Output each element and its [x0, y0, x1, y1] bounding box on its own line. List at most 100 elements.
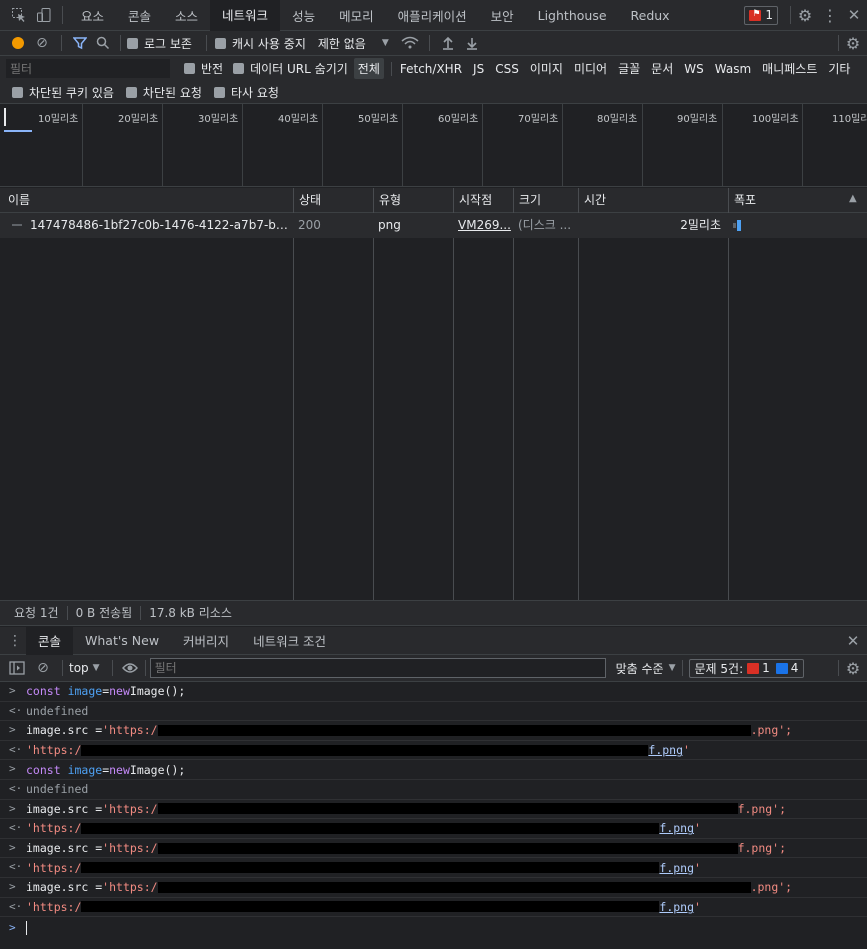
resources-size: 17.8 kB 리소스: [149, 606, 232, 620]
tab-console[interactable]: 콘솔: [116, 0, 163, 31]
log-levels-dropdown[interactable]: 맞춤 수준 ▼: [616, 660, 676, 677]
drawer-tab-console[interactable]: 콘솔: [26, 626, 74, 655]
filter-type-fetch-xhr[interactable]: Fetch/XHR: [396, 60, 466, 78]
network-settings-gear-icon[interactable]: ⚙: [839, 34, 867, 53]
drawer-tab-network-conditions[interactable]: 네트워크 조건: [241, 627, 338, 655]
request-name[interactable]: 147478486-1bf27c0b-1476-4122-a7b7-b1c751…: [25, 213, 291, 238]
console-issues-button[interactable]: 문제 5건: 1 4: [688, 658, 805, 678]
drawer-tab-bar: ⋮ 콘솔 What's New 커버리지 네트워크 조건 ✕: [0, 626, 867, 655]
tab-memory[interactable]: 메모리: [327, 0, 386, 31]
export-har-icon[interactable]: [460, 36, 484, 50]
tab-redux[interactable]: Redux: [619, 0, 682, 31]
network-overview-timeline[interactable]: 10밀리초 20밀리초 30밀리초 40밀리초 50밀리초 60밀리초 70밀리…: [0, 104, 867, 187]
filter-type-other[interactable]: 기타: [824, 58, 854, 79]
drawer-tab-coverage[interactable]: 커버리지: [171, 627, 241, 655]
tab-lighthouse[interactable]: Lighthouse: [526, 0, 619, 31]
drawer-tab-whats-new[interactable]: What's New: [73, 627, 171, 655]
error-flag-icon: [747, 662, 760, 674]
filter-type-js[interactable]: JS: [469, 60, 488, 78]
tick-label: 110밀리초: [832, 114, 867, 125]
filter-funnel-icon[interactable]: [68, 36, 92, 50]
import-har-icon[interactable]: [436, 36, 460, 50]
column-header-name[interactable]: 이름: [3, 188, 293, 213]
close-drawer-icon[interactable]: ✕: [839, 632, 867, 650]
filter-input[interactable]: [6, 59, 170, 78]
drawer-menu-icon[interactable]: ⋮: [4, 633, 26, 649]
disable-cache-checkbox[interactable]: 캐시 사용 중지: [214, 35, 306, 52]
tab-performance[interactable]: 성능: [280, 0, 327, 31]
device-toolbar-icon[interactable]: [32, 0, 56, 31]
tick-label: 100밀리초: [752, 114, 799, 125]
console-input-line: > const image = new Image();: [0, 760, 867, 780]
tab-elements[interactable]: 요소: [69, 0, 116, 31]
close-devtools-icon[interactable]: ✕: [841, 0, 867, 31]
preserve-log-checkbox[interactable]: 로그 보존: [127, 35, 192, 52]
result-chevron-icon: <·: [9, 860, 23, 874]
filter-type-all[interactable]: 전체: [353, 58, 384, 79]
error-flag-icon: ⚑: [749, 9, 762, 21]
show-sidebar-icon[interactable]: [4, 661, 30, 675]
column-header-status[interactable]: 상태: [293, 188, 373, 213]
hide-data-urls-checkbox[interactable]: 데이터 URL 숨기기: [233, 60, 348, 77]
clear-icon[interactable]: ⊘: [29, 35, 55, 51]
tab-security[interactable]: 보안: [479, 0, 526, 31]
filter-type-img[interactable]: 이미지: [526, 58, 567, 79]
result-chevron-icon: <·: [9, 703, 23, 717]
filter-type-doc[interactable]: 문서: [647, 58, 677, 79]
blocked-cookies-checkbox[interactable]: 차단된 쿠키 있음: [12, 84, 114, 101]
filter-type-media[interactable]: 미디어: [570, 58, 611, 79]
tab-network[interactable]: 네트워크: [210, 0, 281, 31]
console-settings-gear-icon[interactable]: ⚙: [839, 659, 867, 678]
input-chevron-icon: >: [9, 840, 16, 854]
tick-label: 90밀리초: [677, 114, 718, 125]
filter-type-css[interactable]: CSS: [491, 60, 523, 78]
blocked-requests-checkbox[interactable]: 차단된 요청: [125, 84, 202, 101]
network-summary-bar: 요청 1건 0 B 전송됨 17.8 kB 리소스: [0, 600, 867, 626]
inspect-element-icon[interactable]: [6, 0, 32, 31]
filter-type-wasm[interactable]: Wasm: [711, 60, 755, 78]
more-options-icon[interactable]: ⋮: [819, 0, 841, 31]
table-row[interactable]: 147478486-1bf27c0b-1476-4122-a7b7-b1c751…: [0, 213, 867, 238]
console-output[interactable]: > const image = new Image(); <· undefine…: [0, 682, 867, 949]
search-icon[interactable]: [92, 36, 114, 50]
input-chevron-icon: >: [9, 723, 16, 737]
clear-console-icon[interactable]: ⊘: [30, 660, 56, 676]
request-initiator-link[interactable]: VM269...: [453, 213, 513, 238]
input-chevron-icon: >: [9, 762, 16, 776]
console-prompt[interactable]: >: [0, 917, 867, 939]
throttling-select[interactable]: 제한 없음 ▼: [318, 35, 389, 52]
settings-gear-icon[interactable]: ⚙: [791, 0, 819, 31]
filter-type-ws[interactable]: WS: [680, 60, 707, 78]
redacted-url: [81, 744, 649, 756]
column-header-time[interactable]: 시간: [578, 188, 728, 213]
input-chevron-icon: >: [9, 801, 16, 815]
console-input-line: > image.src = 'https:/f.png';: [0, 800, 867, 820]
transferred-size: 0 B 전송됨: [68, 606, 142, 620]
record-icon[interactable]: [7, 37, 29, 49]
tab-application[interactable]: 애플리케이션: [386, 0, 479, 31]
overview-bar: [4, 130, 32, 132]
redacted-url: [157, 803, 738, 815]
issues-badge[interactable]: ⚑ 1: [744, 5, 778, 25]
column-header-waterfall[interactable]: 폭포: [728, 188, 867, 213]
column-header-size[interactable]: 크기: [513, 188, 578, 213]
third-party-checkbox[interactable]: 타사 요청: [213, 84, 279, 101]
console-filter-input[interactable]: [149, 658, 606, 678]
live-expression-eye-icon[interactable]: [119, 662, 141, 674]
tick-label: 10밀리초: [38, 114, 79, 125]
column-header-type[interactable]: 유형: [373, 188, 453, 213]
invert-checkbox[interactable]: 반전: [184, 60, 223, 77]
redacted-url: [81, 862, 660, 874]
dropdown-arrow-icon: ▼: [668, 663, 676, 673]
filter-type-font[interactable]: 글꼴: [614, 58, 644, 79]
tab-sources[interactable]: 소스: [163, 0, 210, 31]
filter-type-manifest[interactable]: 매니페스트: [758, 58, 821, 79]
console-input-line: > image.src = 'https:/f.png';: [0, 839, 867, 859]
console-input-line: > image.src = 'https:/.png';: [0, 878, 867, 898]
context-selector[interactable]: top ▼: [69, 661, 100, 675]
text-cursor: [26, 921, 27, 936]
console-toolbar: ⊘ top ▼ 맞춤 수준 ▼ 문제 5건: 1 4 ⚙: [0, 655, 867, 682]
redacted-url: [81, 901, 660, 913]
column-header-initiator[interactable]: 시작점: [453, 188, 513, 213]
network-conditions-icon[interactable]: [397, 36, 423, 50]
